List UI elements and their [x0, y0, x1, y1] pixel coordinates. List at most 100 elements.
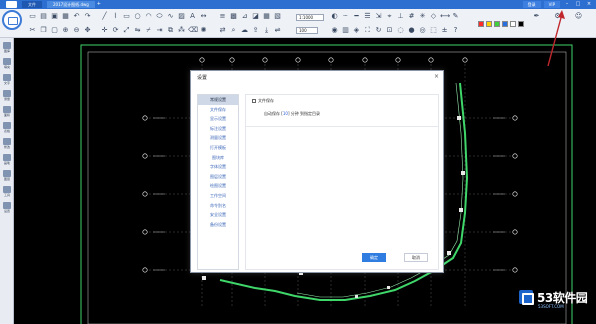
- erase-icon[interactable]: ⌫: [188, 26, 198, 35]
- redo-icon[interactable]: ↷: [83, 12, 92, 21]
- nav-item-3[interactable]: 标注设置: [198, 124, 238, 134]
- nav-item-9[interactable]: 绘图设置: [198, 181, 238, 191]
- hide-icon[interactable]: ◌: [396, 26, 405, 35]
- sidebar-item-7[interactable]: 画笔: [1, 154, 13, 168]
- sidebar-item-4[interactable]: 面积: [1, 106, 13, 120]
- offset-icon[interactable]: ⧉: [166, 26, 175, 35]
- ok-button[interactable]: 确定: [362, 253, 386, 262]
- grid-icon[interactable]: #: [407, 12, 416, 21]
- match-icon[interactable]: ⇲: [374, 12, 383, 21]
- show-icon[interactable]: ●: [407, 26, 416, 35]
- print-icon[interactable]: ▦: [61, 12, 70, 21]
- nav-item-0[interactable]: 常规设置: [198, 95, 238, 105]
- maximize-icon[interactable]: □: [574, 1, 582, 8]
- polar-icon[interactable]: ✳: [418, 12, 427, 21]
- line-icon[interactable]: ╱: [100, 12, 109, 21]
- rectangle-icon[interactable]: ▭: [122, 12, 131, 21]
- view-icon[interactable]: ◉: [330, 26, 339, 35]
- explode-icon[interactable]: ✺: [199, 26, 208, 35]
- vip-button[interactable]: VIP: [543, 1, 560, 8]
- zoom-out-icon[interactable]: ⊖: [72, 26, 81, 35]
- arc-icon[interactable]: ◠: [144, 12, 153, 21]
- sidebar-item-5[interactable]: 表格: [1, 122, 13, 136]
- properties-icon[interactable]: ☰: [363, 12, 372, 21]
- nav-item-6[interactable]: 图块库: [198, 153, 238, 163]
- nav-item-10[interactable]: 工作空间: [198, 191, 238, 201]
- sidebar-item-8[interactable]: 图层: [1, 170, 13, 184]
- color-swatch-red[interactable]: [478, 21, 484, 27]
- nav-item-11[interactable]: 命令别名: [198, 201, 238, 211]
- color-swatch-yellow[interactable]: [486, 21, 492, 27]
- color-swatch-white[interactable]: [510, 21, 516, 27]
- refresh-icon[interactable]: ↻: [374, 26, 383, 35]
- save-icon[interactable]: ▣: [50, 12, 59, 21]
- minimize-icon[interactable]: –: [563, 1, 571, 8]
- sidebar-item-0[interactable]: 图库: [1, 42, 13, 56]
- new-tab-icon[interactable]: +: [95, 1, 103, 8]
- zoom-in-icon[interactable]: ⊕: [61, 26, 70, 35]
- table-icon[interactable]: ▦: [262, 12, 271, 21]
- comment-icon[interactable]: ✎: [451, 12, 460, 21]
- fullscreen-icon[interactable]: ⛶: [363, 26, 372, 35]
- sidebar-item-2[interactable]: 文字: [1, 74, 13, 88]
- circle-icon[interactable]: ○: [133, 12, 142, 21]
- nav-item-8[interactable]: 图层设置: [198, 172, 238, 182]
- convert-icon[interactable]: ⇌: [273, 26, 282, 35]
- 3d-icon[interactable]: ◈: [352, 26, 361, 35]
- scale-icon[interactable]: ⤢: [122, 26, 131, 35]
- osnap-icon[interactable]: ◇: [429, 12, 438, 21]
- mirror-icon[interactable]: ⇋: [133, 26, 142, 35]
- sidebar-item-9[interactable]: 工具: [1, 186, 13, 200]
- scale-input[interactable]: 1:1000: [296, 14, 324, 21]
- measure-icon[interactable]: ⊿: [240, 12, 249, 21]
- compare-icon[interactable]: ⇄: [218, 26, 227, 35]
- nav-item-12[interactable]: 安全设置: [198, 210, 238, 220]
- cloud-icon[interactable]: ☁: [240, 26, 249, 35]
- nav-item-7[interactable]: 字体设置: [198, 162, 238, 172]
- tab-document[interactable]: 2017设计图纸.dwg: [47, 1, 95, 8]
- rotate-icon[interactable]: ⟳: [111, 26, 120, 35]
- text-icon[interactable]: A: [188, 12, 197, 21]
- area-icon[interactable]: ◪: [251, 12, 260, 21]
- ellipse-icon[interactable]: ⬭: [155, 12, 164, 21]
- extend-icon[interactable]: ⇥: [155, 26, 164, 35]
- nav-item-13[interactable]: 备份设置: [198, 220, 238, 230]
- spline-icon[interactable]: ∿: [166, 12, 175, 21]
- layer-icon[interactable]: ≡: [218, 12, 227, 21]
- cancel-button[interactable]: 取消: [404, 253, 428, 262]
- undo-icon[interactable]: ↶: [72, 12, 81, 21]
- cut-icon[interactable]: ✂: [28, 26, 37, 35]
- measure-dist-icon[interactable]: ⟷: [440, 12, 450, 21]
- lineweight-icon[interactable]: ━: [352, 12, 361, 21]
- close-icon[interactable]: ×: [585, 1, 593, 8]
- export-icon[interactable]: ⤓: [262, 26, 271, 35]
- nav-item-1[interactable]: 文件保存: [198, 105, 238, 115]
- sidebar-item-6[interactable]: 修改: [1, 138, 13, 152]
- trim-icon[interactable]: ⌿: [144, 26, 153, 35]
- sidebar-item-10[interactable]: 设置: [1, 202, 13, 216]
- main-menu-icon[interactable]: [2, 10, 22, 30]
- color-swatch-green[interactable]: [494, 21, 500, 27]
- find-icon[interactable]: ⌕: [229, 26, 238, 35]
- color-swatch-blue[interactable]: [502, 21, 508, 27]
- paste-icon[interactable]: ▢: [50, 26, 59, 35]
- sidebar-item-3[interactable]: 测量: [1, 90, 13, 104]
- layout-icon[interactable]: ▥: [341, 26, 350, 35]
- close-icon[interactable]: ×: [434, 73, 439, 81]
- block-icon[interactable]: ▩: [229, 12, 238, 21]
- ortho-icon[interactable]: ⊥: [396, 12, 405, 21]
- nav-item-5[interactable]: 打开模板: [198, 143, 238, 153]
- login-button[interactable]: 登录: [522, 1, 541, 8]
- isolate-icon[interactable]: ◎: [418, 26, 427, 35]
- hatch-icon[interactable]: ▨: [177, 12, 186, 21]
- linetype-icon[interactable]: ┄: [341, 12, 350, 21]
- calc-icon[interactable]: ±: [440, 26, 449, 35]
- select-icon[interactable]: ⬚: [429, 26, 438, 35]
- color-swatch-black[interactable]: [518, 21, 524, 27]
- open-file-icon[interactable]: ▤: [39, 12, 48, 21]
- copy-icon[interactable]: ❐: [39, 26, 48, 35]
- snap-icon[interactable]: ⌖: [385, 12, 394, 21]
- polyline-icon[interactable]: ⌇: [111, 12, 120, 21]
- array-icon[interactable]: ⁂: [177, 26, 186, 35]
- nav-item-4[interactable]: 测量设置: [198, 133, 238, 143]
